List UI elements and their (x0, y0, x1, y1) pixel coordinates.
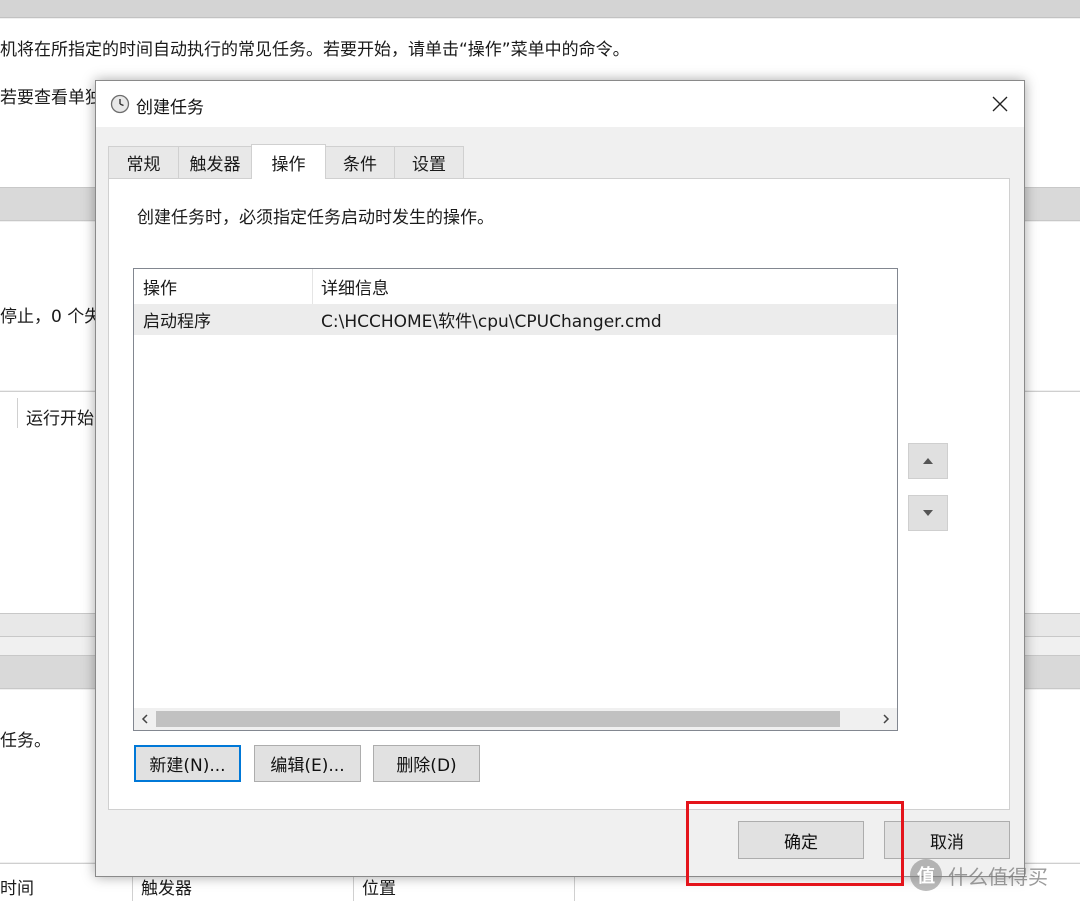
column-header-location[interactable]: 位置 (362, 874, 396, 899)
triangle-up-icon (923, 458, 933, 464)
chevron-left-icon (141, 714, 148, 724)
button-label: 新建(N)... (149, 756, 226, 776)
triangle-down-icon (923, 510, 933, 516)
tab-triggers[interactable]: 触发器 (178, 146, 252, 178)
tab-settings[interactable]: 设置 (394, 146, 464, 178)
watermark-text: 什么值得买 (948, 864, 1048, 889)
tab-label: 常规 (126, 155, 161, 175)
scroll-left-button[interactable] (134, 708, 156, 730)
background-status-text: 停止，0 个失 (0, 307, 102, 327)
column-header-time[interactable]: 时间 (0, 874, 34, 899)
column-header-action[interactable]: 操作 (134, 269, 312, 304)
highlight-annotation-box (686, 801, 904, 886)
background-intro-text-2: 若要查看单独 (0, 88, 102, 108)
column-header-run-start[interactable]: 运行开始 (26, 404, 94, 429)
close-icon (992, 96, 1008, 112)
close-button[interactable] (976, 81, 1024, 127)
background-intro-text: 机将在所指定的时间自动执行的常见任务。若要开始，请单击“操作”菜单中的命令。 (0, 40, 630, 60)
watermark-logo: 值 (910, 859, 942, 891)
create-task-dialog: 创建任务 常规 触发器 操作 条件 设置 创建任务时，必须指定任务启动时发生的操… (95, 80, 1025, 877)
list-item[interactable]: 启动程序 C:\HCCHOME\软件\cpu\CPUChanger.cmd (134, 304, 897, 335)
background-tasks-text: 任务。 (0, 731, 51, 751)
button-label: 删除(D) (396, 756, 457, 776)
column-header-trigger[interactable]: 触发器 (141, 874, 192, 899)
column-header-details[interactable]: 详细信息 (312, 269, 897, 304)
chevron-right-icon (883, 714, 890, 724)
scroll-right-button[interactable] (875, 708, 897, 730)
tab-actions[interactable]: 操作 (251, 144, 326, 179)
actions-list[interactable]: 操作 详细信息 启动程序 C:\HCCHOME\软件\cpu\CPUChange… (133, 268, 898, 731)
tab-label: 条件 (343, 155, 377, 175)
button-label: 编辑(E)... (270, 756, 345, 776)
action-details-cell: C:\HCCHOME\软件\cpu\CPUChanger.cmd (321, 312, 662, 332)
column-divider (17, 398, 18, 428)
tab-conditions[interactable]: 条件 (325, 146, 395, 178)
dialog-title: 创建任务 (136, 98, 204, 118)
background-title-bar (0, 0, 1080, 18)
tab-general[interactable]: 常规 (108, 146, 179, 178)
clock-icon (110, 94, 130, 114)
new-action-button[interactable]: 新建(N)... (134, 745, 241, 782)
list-header: 操作 详细信息 (134, 269, 897, 304)
column-header-label: 详细信息 (321, 279, 389, 299)
column-header-label: 操作 (143, 279, 177, 299)
button-label: 取消 (930, 832, 964, 853)
actions-tab-panel: 创建任务时，必须指定任务启动时发生的操作。 操作 详细信息 启动程序 C:\HC… (108, 178, 1010, 810)
tab-label: 设置 (412, 155, 446, 175)
dialog-title-bar[interactable]: 创建任务 (96, 81, 1024, 127)
watermark: 值 什么值得买 (910, 855, 1048, 895)
move-up-button[interactable] (908, 443, 948, 479)
edit-action-button[interactable]: 编辑(E)... (254, 745, 361, 782)
tab-label: 操作 (271, 154, 306, 175)
delete-action-button[interactable]: 删除(D) (373, 745, 480, 782)
tab-label: 触发器 (189, 155, 241, 175)
horizontal-scrollbar[interactable] (134, 708, 897, 730)
scrollbar-thumb[interactable] (156, 711, 840, 727)
actions-description: 创建任务时，必须指定任务启动时发生的操作。 (137, 208, 494, 228)
action-type-cell: 启动程序 (143, 312, 211, 332)
move-down-button[interactable] (908, 495, 948, 531)
